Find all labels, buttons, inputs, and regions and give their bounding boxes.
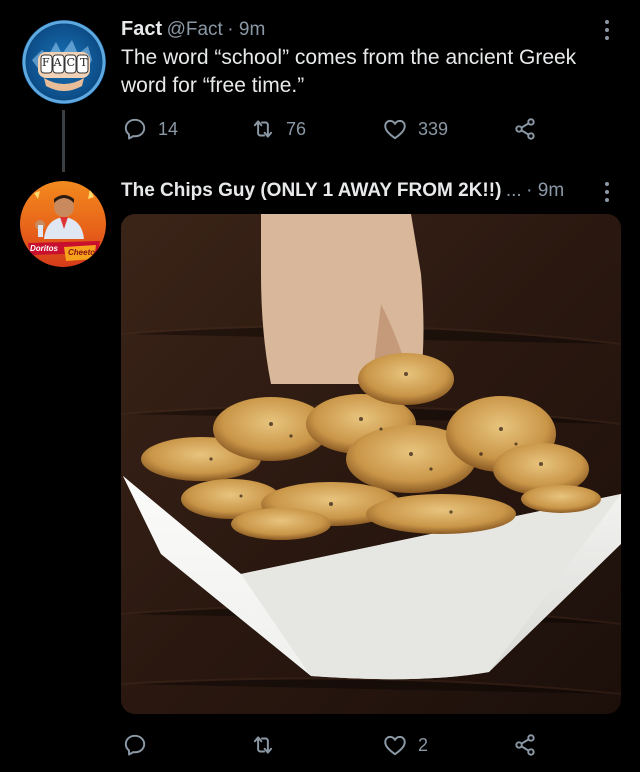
avatar-fact-label: FACT — [42, 56, 93, 69]
retweet-button[interactable] — [250, 732, 286, 758]
tweet-header: Fact @Fact · 9m — [121, 18, 265, 41]
timestamp[interactable]: · 9m — [227, 19, 265, 40]
tweet-text: The word “school” comes from the ancient… — [121, 44, 621, 100]
avatar-chips-guy[interactable]: Doritos Cheetos — [20, 181, 106, 267]
reply-icon — [124, 734, 146, 756]
share-icon — [515, 734, 535, 756]
like-count: 2 — [418, 734, 429, 755]
more-icon[interactable] — [604, 178, 610, 206]
like-icon — [384, 119, 406, 140]
retweet-icon — [253, 736, 273, 754]
retweet-count: 76 — [286, 118, 307, 139]
share-button[interactable] — [512, 732, 538, 758]
reply-button[interactable]: 14 — [122, 116, 178, 142]
display-name[interactable]: The Chips Guy (ONLY 1 AWAY FROM 2K!!) — [121, 180, 501, 201]
handle[interactable]: @Fact — [167, 19, 223, 40]
chips-bowl-image — [121, 214, 621, 714]
reply-icon — [124, 118, 146, 140]
tweet-photo[interactable] — [121, 214, 621, 714]
retweet-icon — [253, 120, 273, 138]
like-button[interactable]: 339 — [382, 116, 448, 142]
like-button[interactable]: 2 — [382, 732, 428, 758]
avatar-fact[interactable]: FACT — [22, 20, 106, 104]
avatar-brand-cheetos: Cheetos — [68, 248, 100, 257]
display-name[interactable]: Fact — [121, 18, 162, 40]
tweet-text-line: word for “free time.” — [121, 74, 305, 97]
like-count: 339 — [418, 118, 449, 139]
thread-line — [62, 110, 65, 172]
like-icon — [384, 735, 406, 756]
avatar-brand-doritos: Doritos — [30, 244, 58, 253]
share-icon — [515, 118, 535, 140]
name-ellipsis: ... — [505, 180, 522, 201]
reply-count: 14 — [158, 118, 179, 139]
tweet-text-line: The word “school” comes from the ancient… — [121, 46, 577, 69]
reply-button[interactable] — [122, 732, 158, 758]
retweet-button[interactable]: 76 — [250, 116, 306, 142]
more-icon[interactable] — [604, 16, 610, 44]
tweet-header: The Chips Guy (ONLY 1 AWAY FROM 2K!!) ..… — [121, 180, 564, 202]
share-button[interactable] — [512, 116, 538, 142]
timestamp[interactable]: · 9m — [526, 180, 564, 201]
